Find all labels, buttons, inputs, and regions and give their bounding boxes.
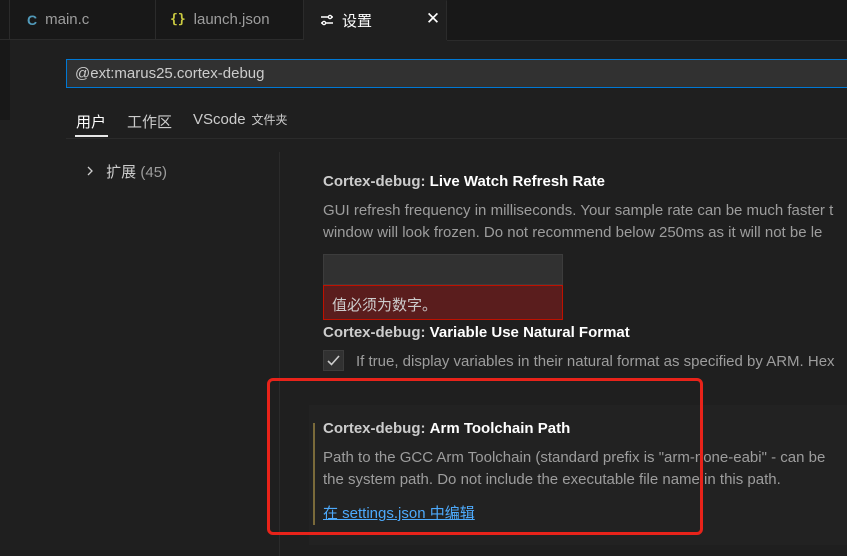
scope-tab-user[interactable]: 用户 [76,111,106,132]
tree-item-count: (45) [140,164,168,181]
tab-label: launch.json [193,11,270,28]
tab-bar-edge [0,0,10,40]
setting-description: If true, display variables in their natu… [356,353,835,370]
validation-error-message: 值必须为数字。 [323,285,563,320]
json-file-icon: {} [170,12,186,27]
checkmark-icon [327,355,340,366]
setting-title-live-watch-refresh-rate: Cortex-debug: Live Watch Refresh Rate [323,173,605,190]
search-value: @ext:marus25.cortex-debug [75,65,265,82]
settings-sliders-icon [320,13,334,29]
scope-tab-folder[interactable]: VScode 文件夹 [193,111,288,128]
scope-tab-workspace[interactable]: 工作区 [127,111,172,132]
active-scope-indicator [75,135,108,137]
natural-format-checkbox[interactable] [323,350,344,371]
setting-title-variable-use-natural-format: Cortex-debug: Variable Use Natural Forma… [323,324,630,341]
setting-description: GUI refresh frequency in milliseconds. Y… [323,202,834,219]
tree-item-extensions[interactable]: 扩展 (45) [86,161,167,182]
tab-launch-json[interactable]: {} launch.json [156,0,304,40]
tab-main-c[interactable]: C main.c [10,0,156,40]
folder-name: VScode [193,111,246,128]
highlight-annotation [267,378,703,535]
side-edge [0,40,10,120]
error-text: 值必须为数字。 [332,297,438,314]
close-icon[interactable]: ✕ [423,9,443,29]
refresh-rate-input[interactable] [323,254,563,285]
c-file-icon: C [27,11,38,28]
settings-search-input[interactable]: @ext:marus25.cortex-debug [66,59,847,88]
tab-label: main.c [45,11,90,28]
setting-description: window will look frozen. Do not recommen… [323,224,823,241]
tab-bar-empty [447,0,847,41]
chevron-right-icon [86,164,98,181]
tree-item-label: 扩展 [106,164,137,181]
folder-suffix: 文件夹 [251,113,288,127]
divider [66,138,847,139]
tab-label: 设置 [342,13,373,30]
